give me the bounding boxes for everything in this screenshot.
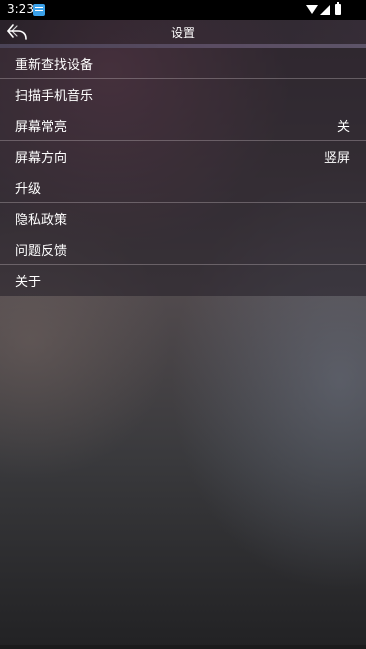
setting-label: 升级 <box>15 182 42 197</box>
setting-label: 屏幕常亮 <box>15 120 68 135</box>
setting-value: 竖屏 <box>323 151 350 166</box>
setting-screen-always-on[interactable]: 屏幕常亮 关 <box>0 110 366 141</box>
battery-icon <box>335 2 341 15</box>
setting-label: 问题反馈 <box>15 244 68 259</box>
setting-label: 扫描手机音乐 <box>15 89 94 104</box>
setting-label: 隐私政策 <box>15 213 68 228</box>
status-bar: 3:23 <box>0 0 366 20</box>
setting-about[interactable]: 关于 <box>0 265 366 296</box>
wifi-icon <box>306 5 318 14</box>
setting-feedback[interactable]: 问题反馈 <box>0 234 366 265</box>
setting-rescan-devices[interactable]: 重新查找设备 <box>0 48 366 79</box>
bottom-edge <box>0 645 366 649</box>
setting-label: 屏幕方向 <box>15 151 68 166</box>
setting-upgrade[interactable]: 升级 <box>0 172 366 203</box>
page-title: 设置 <box>170 26 195 40</box>
settings-list: 重新查找设备 扫描手机音乐 屏幕常亮 关 屏幕方向 竖屏 升级 隐私政策 问题反… <box>0 48 366 296</box>
setting-label: 重新查找设备 <box>15 58 94 73</box>
setting-label: 关于 <box>15 275 42 290</box>
setting-value: 关 <box>336 120 350 135</box>
setting-privacy-policy[interactable]: 隐私政策 <box>0 203 366 234</box>
setting-scan-music[interactable]: 扫描手机音乐 <box>0 79 366 110</box>
title-bar: 设置 <box>0 20 366 44</box>
cell-signal-icon <box>320 5 330 15</box>
settings-screen: 3:23 设置 重新查找设备 扫描手机音乐 屏幕常亮 关 屏幕方向 竖屏 升级 … <box>0 0 366 649</box>
status-time: 3:23 <box>7 2 34 16</box>
setting-screen-orientation[interactable]: 屏幕方向 竖屏 <box>0 141 366 172</box>
notification-icon <box>33 4 45 16</box>
